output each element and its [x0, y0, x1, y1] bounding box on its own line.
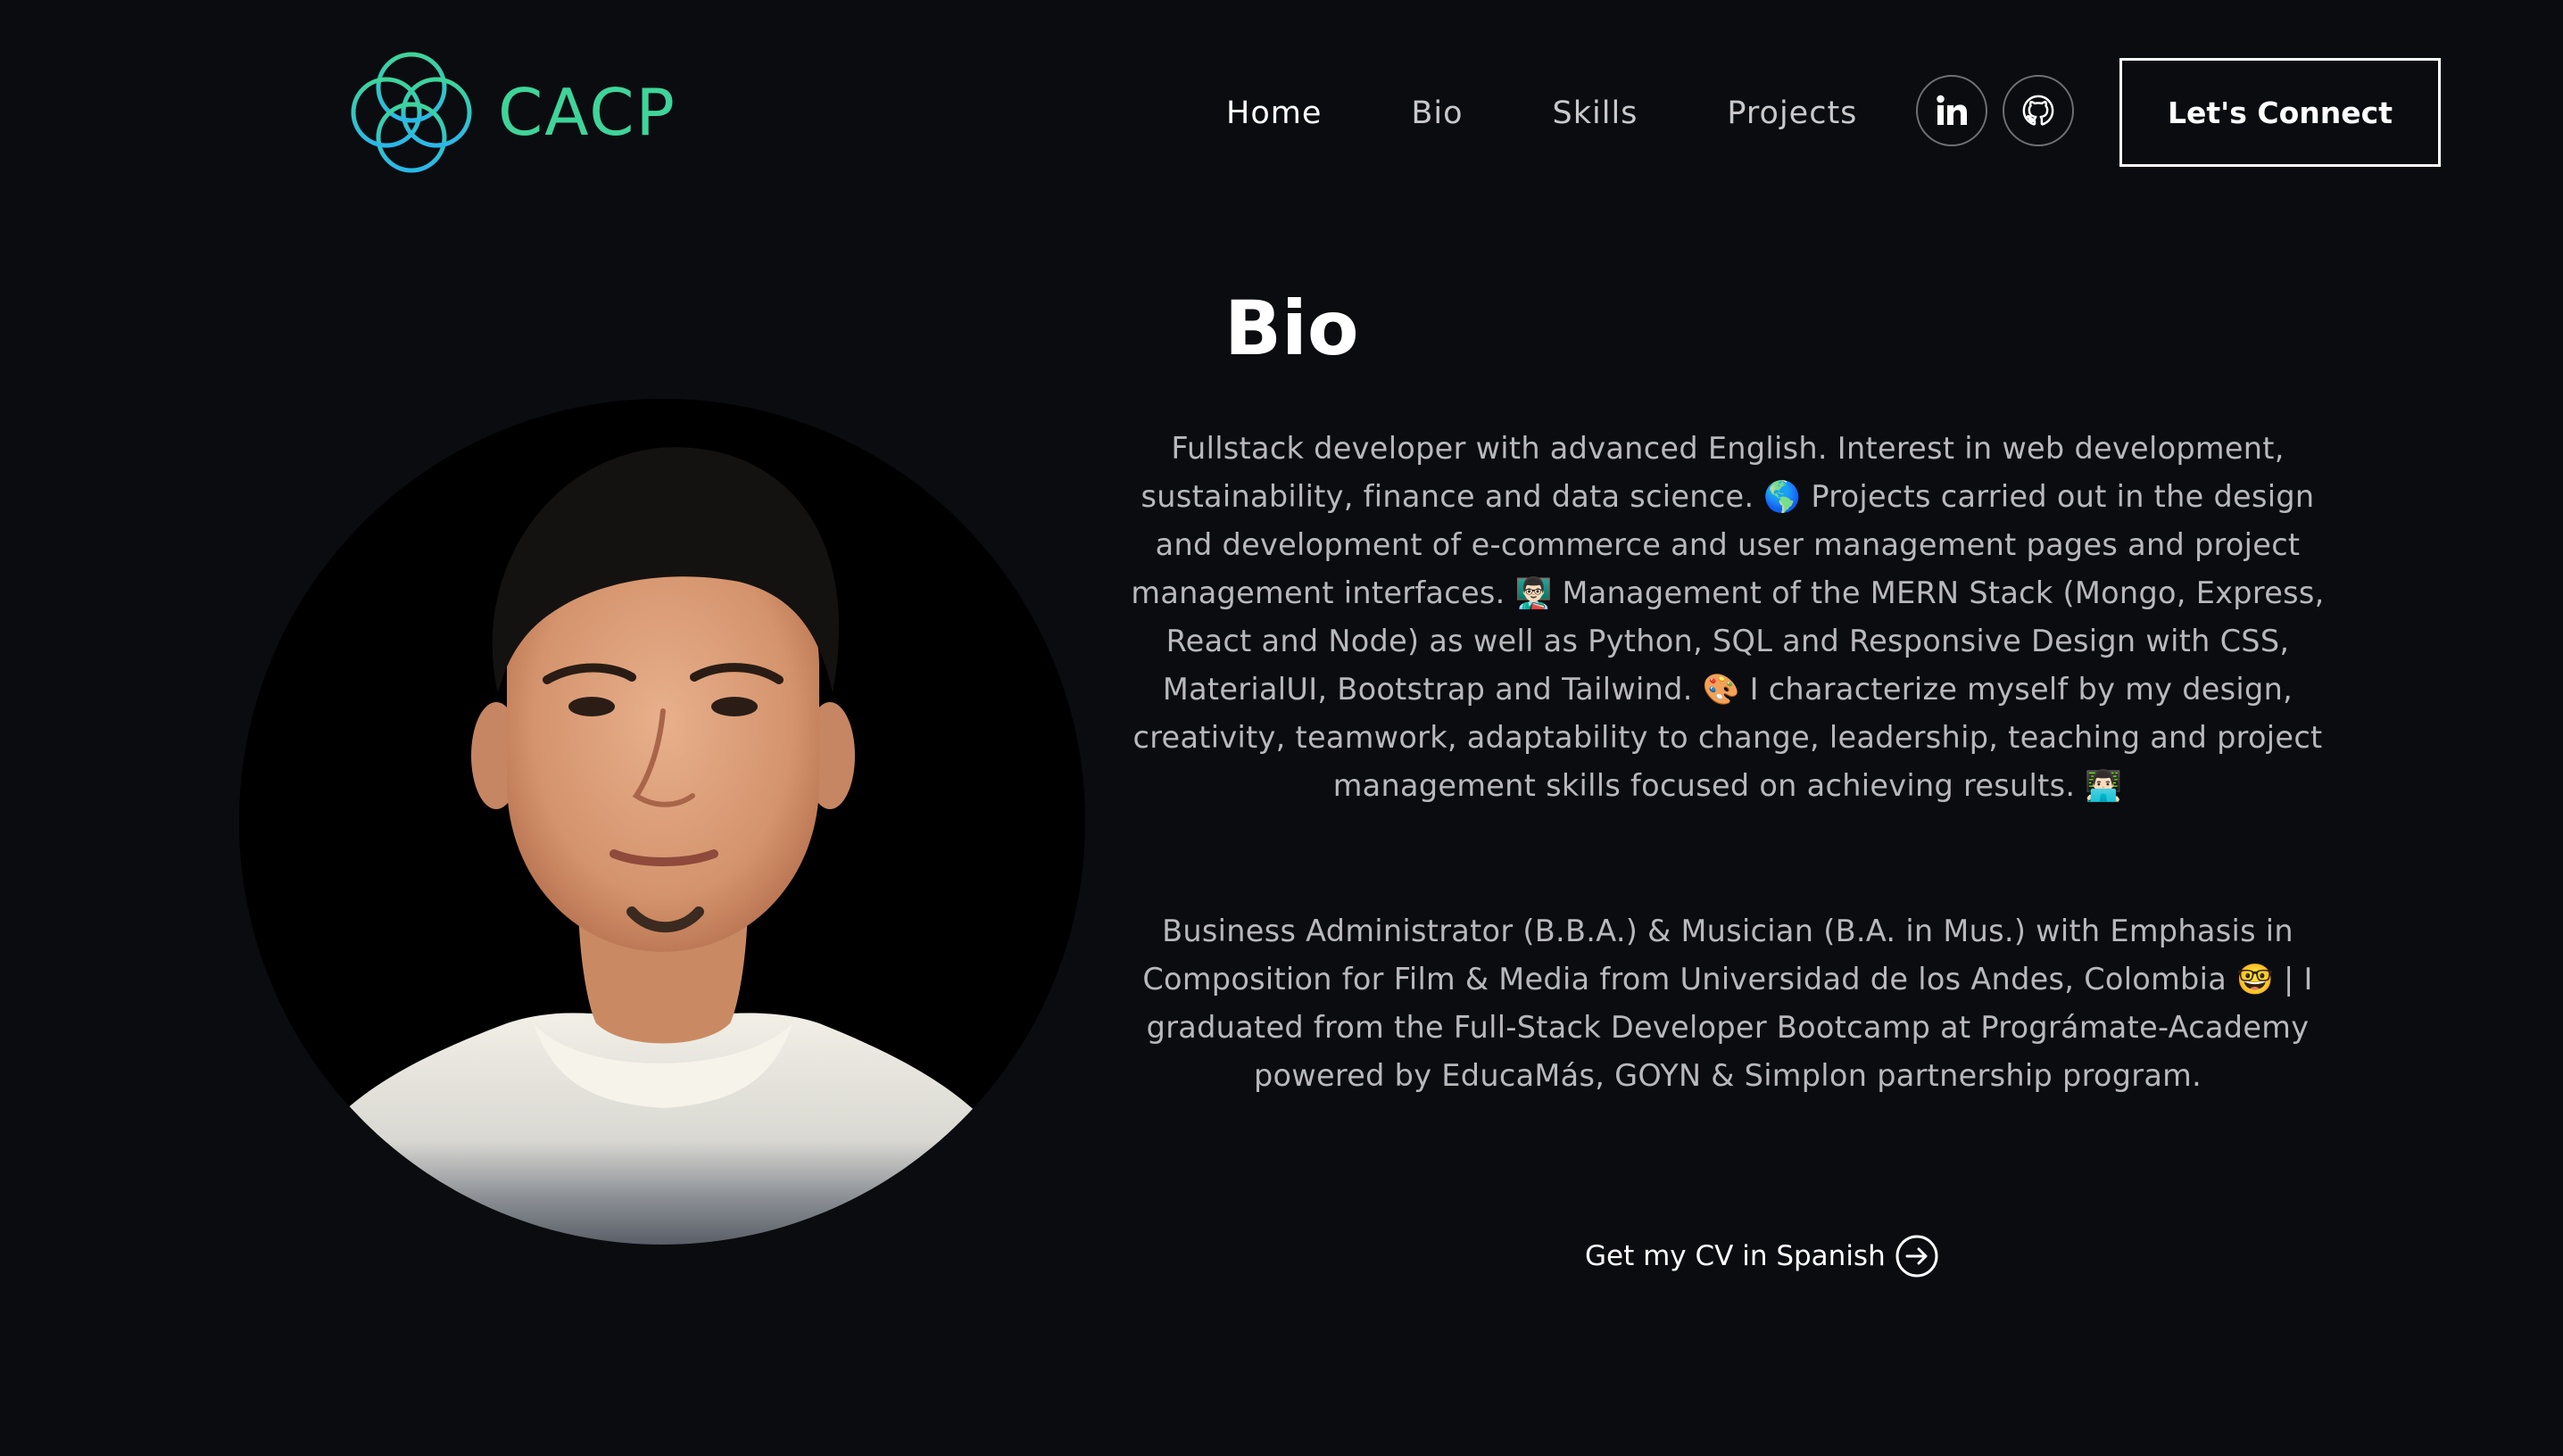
bio-paragraph-1: Fullstack developer with advanced Englis… [1131, 431, 2325, 803]
github-icon [2022, 95, 2054, 126]
cv-link-label: Get my CV in Spanish [1585, 1240, 1886, 1272]
nav-link-home[interactable]: Home [1226, 95, 1322, 131]
nav-link-bio[interactable]: Bio [1411, 95, 1463, 131]
bio-paragraph-2: Business Administrator (B.B.A.) & Musici… [1142, 914, 2313, 1093]
bio-page: CACP Home Bio Skills Projects Let's Conn… [0, 0, 2563, 1456]
nav-link-projects[interactable]: Projects [1727, 95, 1857, 131]
cv-download-link[interactable]: Get my CV in Spanish [1585, 1233, 1939, 1279]
logo-icon [351, 52, 472, 173]
profile-photo [239, 399, 1085, 1245]
main-nav: Home Bio Skills Projects [1226, 82, 1857, 145]
logo-link[interactable]: CACP [344, 48, 676, 177]
linkedin-button[interactable] [1916, 75, 1987, 146]
arrow-right-circle-icon [1895, 1235, 1938, 1278]
lets-connect-button[interactable]: Let's Connect [2119, 58, 2441, 167]
bio-title: Bio [1224, 285, 1359, 372]
logo-text: CACP [498, 75, 676, 150]
github-button[interactable] [2003, 75, 2074, 146]
nav-link-skills[interactable]: Skills [1553, 95, 1638, 131]
linkedin-icon [1937, 95, 1967, 125]
